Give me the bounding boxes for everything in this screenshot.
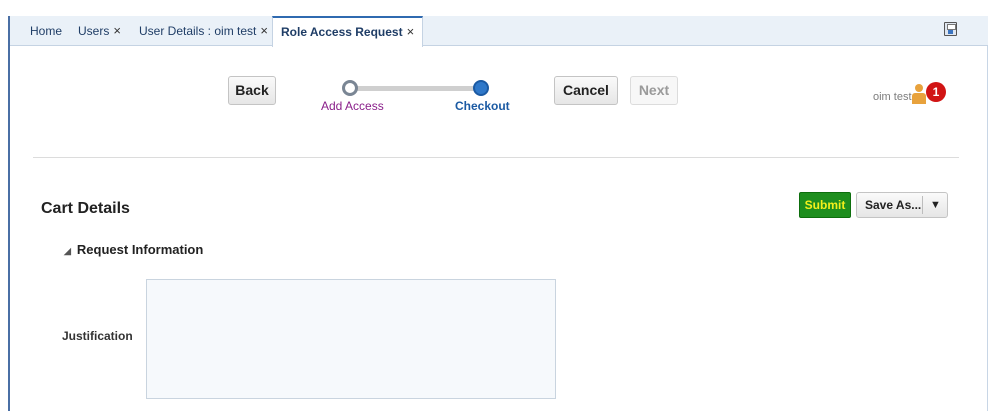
tab-label: Role Access Request xyxy=(281,25,403,39)
tab-label: User Details : oim test xyxy=(139,24,257,38)
step-checkout-icon[interactable] xyxy=(473,80,489,96)
step-add-access-icon[interactable] xyxy=(342,80,358,96)
step-add-access-label[interactable]: Add Access xyxy=(321,99,384,113)
tab-users[interactable]: Users × xyxy=(78,16,121,46)
tab-home[interactable]: Home xyxy=(30,16,62,46)
tab-bar: Home Users × User Details : oim test × Rol… xyxy=(10,16,988,47)
tab-user-details[interactable]: User Details : oim test × xyxy=(139,16,268,46)
close-icon[interactable]: × xyxy=(407,24,415,39)
justification-label: Justification xyxy=(62,329,133,343)
tab-label: Users xyxy=(78,24,110,38)
cancel-button[interactable]: Cancel xyxy=(554,76,618,105)
user-icon-head xyxy=(915,84,923,92)
train-connector xyxy=(345,86,481,91)
user-name[interactable]: oim test xyxy=(873,91,912,103)
dropdown-arrow-icon[interactable]: ▼ xyxy=(930,193,941,217)
back-button[interactable]: Back xyxy=(228,76,276,105)
save-as-label[interactable]: Save As... xyxy=(865,193,921,217)
close-icon[interactable]: × xyxy=(113,23,121,38)
submit-button[interactable]: Submit xyxy=(799,192,851,218)
save-disk-icon[interactable] xyxy=(944,22,957,36)
separator xyxy=(922,196,923,214)
user-icon-body xyxy=(912,93,926,104)
tab-label: Home xyxy=(30,24,63,38)
collapse-triangle-icon[interactable]: ◢ xyxy=(64,246,71,256)
request-information-header[interactable]: ◢ Request Information xyxy=(64,242,203,257)
step-checkout-label: Checkout xyxy=(455,99,510,113)
page-title: Cart Details xyxy=(41,200,130,217)
section-title: Request Information xyxy=(76,242,204,257)
save-as-menu-button[interactable]: Save As... ▼ xyxy=(856,192,948,218)
next-button: Next xyxy=(630,76,678,105)
divider xyxy=(33,157,959,158)
user-icon[interactable] xyxy=(911,84,927,106)
tab-role-access-request[interactable]: Role Access Request × xyxy=(272,16,424,47)
close-icon[interactable]: × xyxy=(260,23,268,38)
notification-badge[interactable]: 1 xyxy=(926,82,946,102)
window-border-left xyxy=(8,16,10,411)
justification-textarea[interactable] xyxy=(146,279,556,399)
